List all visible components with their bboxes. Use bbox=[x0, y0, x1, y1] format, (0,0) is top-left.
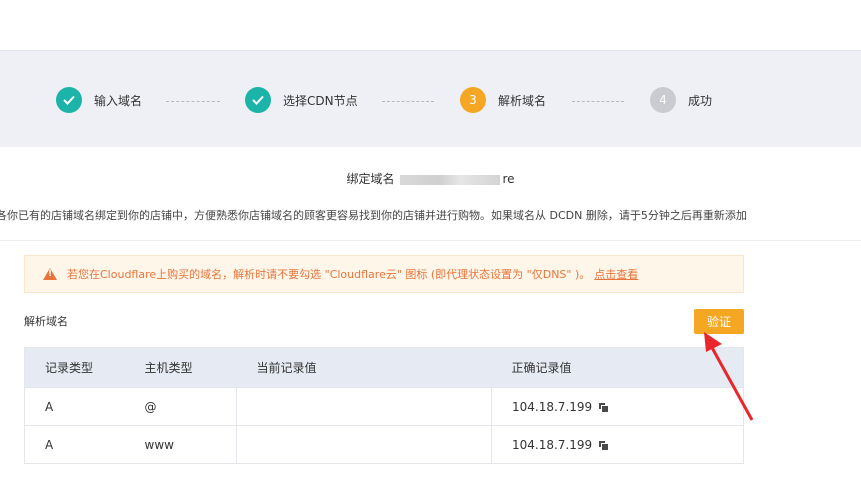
table-row: A www 104.18.7.199 bbox=[24, 425, 744, 464]
bind-domain-line: 绑定域名 re bbox=[0, 170, 861, 187]
step-label: 输入域名 bbox=[94, 93, 143, 108]
check-icon bbox=[56, 87, 82, 113]
step-label: 解析域名 bbox=[498, 93, 547, 108]
step-connector bbox=[382, 101, 434, 102]
cell-correct-value: 104.18.7.199 bbox=[491, 425, 744, 464]
correct-value-text: 104.18.7.199 bbox=[512, 399, 593, 414]
cell-host-type: www bbox=[124, 425, 237, 464]
cell-current-value bbox=[236, 425, 492, 464]
step-connector bbox=[166, 101, 220, 102]
copy-icon[interactable] bbox=[599, 403, 610, 413]
step-3: 3 解析域名 bbox=[460, 87, 546, 113]
step-connector bbox=[572, 101, 624, 102]
step-1: 输入域名 bbox=[56, 87, 142, 113]
cell-record-type: A bbox=[24, 425, 125, 464]
cell-host-type: @ bbox=[124, 387, 237, 426]
cloudflare-warning: 若您在Cloudflare上购买的域名，解析时请不要勾选 "Cloudflare… bbox=[24, 255, 744, 293]
view-details-link[interactable]: 点击查看 bbox=[594, 266, 638, 282]
redacted-domain bbox=[400, 174, 501, 185]
step-label: 成功 bbox=[688, 93, 713, 108]
header-host-type: 主机类型 bbox=[124, 347, 237, 388]
cell-correct-value: 104.18.7.199 bbox=[491, 387, 744, 426]
step-label: 选择CDN节点 bbox=[283, 93, 358, 108]
copy-icon[interactable] bbox=[599, 441, 610, 451]
header-record-type: 记录类型 bbox=[24, 347, 125, 388]
step-2: 选择CDN节点 bbox=[245, 87, 358, 113]
header-correct-value: 正确记录值 bbox=[491, 347, 744, 388]
bind-domain-suffix: re bbox=[502, 172, 515, 186]
table-header-row: 记录类型 主机类型 当前记录值 正确记录值 bbox=[24, 347, 744, 388]
dns-record-table: 记录类型 主机类型 当前记录值 正确记录值 A @ 104.18.7.199 A… bbox=[24, 347, 744, 464]
verify-button[interactable]: 验证 bbox=[694, 309, 744, 334]
cell-current-value bbox=[236, 387, 492, 426]
stepper: 输入域名 选择CDN节点 3 解析域名 4 成功 bbox=[0, 50, 861, 147]
warning-icon bbox=[43, 268, 57, 280]
header-current-value: 当前记录值 bbox=[236, 347, 492, 388]
step-number-badge: 4 bbox=[650, 87, 676, 113]
section-title: 解析域名 bbox=[24, 315, 68, 328]
warning-text: 若您在Cloudflare上购买的域名，解析时请不要勾选 "Cloudflare… bbox=[67, 268, 591, 281]
cell-record-type: A bbox=[24, 387, 125, 426]
divider bbox=[0, 240, 861, 241]
step-4: 4 成功 bbox=[650, 87, 712, 113]
bind-domain-label: 绑定域名 bbox=[346, 172, 395, 186]
table-row: A @ 104.18.7.199 bbox=[24, 387, 744, 426]
description-text: 各你已有的店铺域名绑定到你的店铺中，方便熟悉你店铺域名的顾客更容易找到你的店铺并… bbox=[0, 209, 747, 222]
step-number-badge: 3 bbox=[460, 87, 486, 113]
check-icon bbox=[245, 87, 271, 113]
correct-value-text: 104.18.7.199 bbox=[512, 437, 593, 452]
